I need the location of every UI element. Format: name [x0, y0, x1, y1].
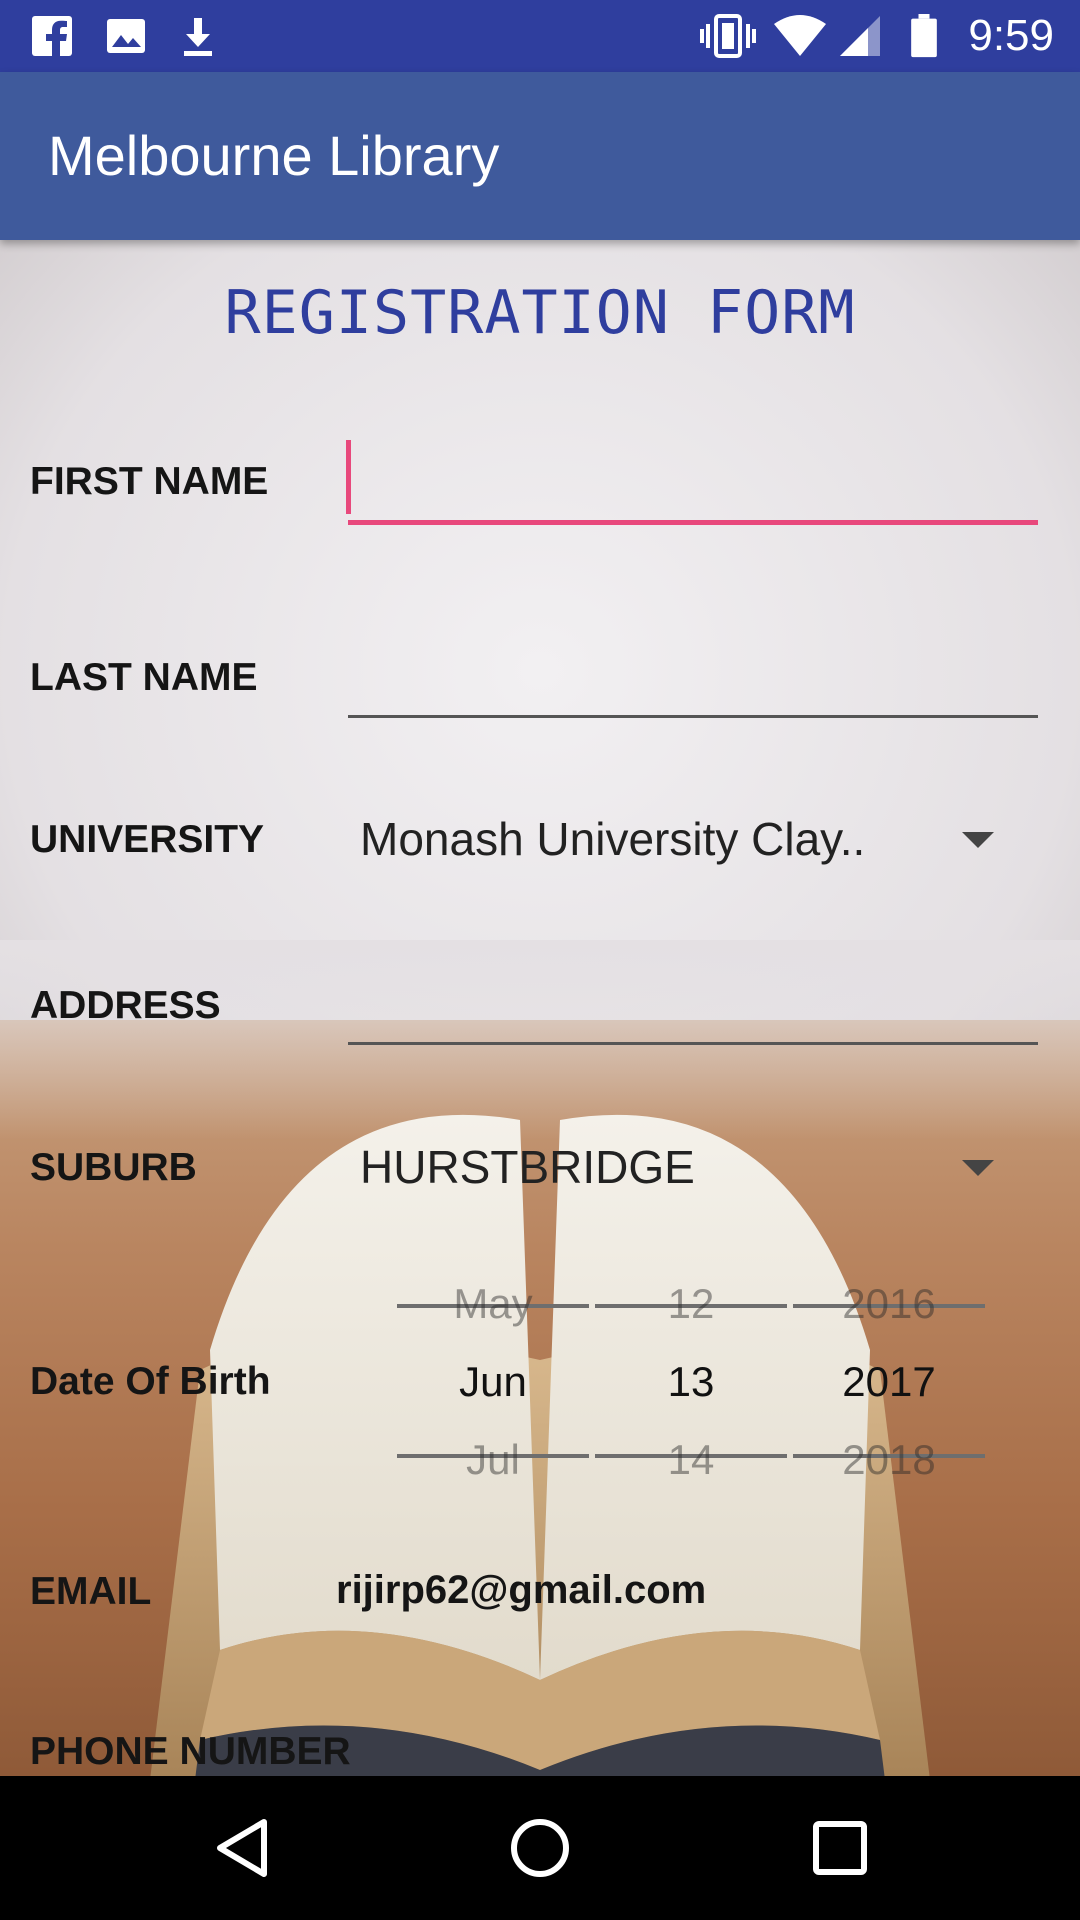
registration-form[interactable]: REGISTRATION FORM FIRST NAME LAST NAME U… — [0, 240, 1080, 1776]
month-prev[interactable]: May — [397, 1280, 589, 1328]
last-name-underline — [348, 715, 1038, 718]
year-next[interactable]: 2018 — [793, 1436, 985, 1484]
year-selected[interactable]: 2017 — [793, 1358, 985, 1406]
app-title: Melbourne Library — [48, 124, 500, 187]
first-name-underline — [348, 520, 1038, 525]
dob-label: Date Of Birth — [30, 1360, 271, 1403]
first-name-input[interactable] — [348, 440, 1042, 512]
university-dropdown-icon — [962, 832, 994, 848]
email-value: rijirp62@gmail.com — [336, 1568, 707, 1612]
wifi-icon — [774, 15, 826, 56]
university-label: UNIVERSITY — [30, 818, 265, 861]
address-input[interactable] — [348, 970, 1042, 1042]
suburb-label: SUBURB — [30, 1146, 197, 1189]
email-label: EMAIL — [30, 1570, 152, 1613]
suburb-selected: HURSTBRIDGE — [360, 1141, 695, 1193]
download-icon — [184, 18, 212, 56]
address-label: ADDRESS — [30, 984, 221, 1027]
last-name-label: LAST NAME — [30, 656, 258, 699]
battery-icon — [911, 14, 937, 58]
year-prev[interactable]: 2016 — [793, 1280, 985, 1328]
first-name-label: FIRST NAME — [30, 460, 269, 503]
signal-icon — [840, 16, 880, 56]
image-icon — [107, 19, 145, 53]
home-icon[interactable] — [508, 1816, 572, 1880]
back-icon[interactable] — [212, 1816, 272, 1880]
facebook-icon — [32, 16, 72, 58]
day-prev[interactable]: 12 — [595, 1280, 787, 1328]
phone-label: PHONE NUMBER — [30, 1730, 351, 1773]
status-bar: 9:59 — [0, 0, 1080, 72]
navigation-bar — [0, 1776, 1080, 1920]
day-next[interactable]: 14 — [595, 1436, 787, 1484]
recents-icon[interactable] — [812, 1816, 868, 1880]
status-time: 9:59 — [968, 11, 1054, 60]
day-selected[interactable]: 13 — [595, 1358, 787, 1406]
month-next[interactable]: Jul — [397, 1436, 589, 1484]
address-underline — [348, 1042, 1038, 1045]
university-selected: Monash University Clay.. — [360, 813, 866, 865]
suburb-dropdown-icon — [962, 1160, 994, 1176]
form-title: REGISTRATION FORM — [224, 278, 856, 348]
vibrate-icon — [700, 14, 756, 58]
last-name-input[interactable] — [348, 640, 1042, 712]
month-selected[interactable]: Jun — [397, 1358, 589, 1406]
app-bar: Melbourne Library — [0, 72, 1080, 240]
